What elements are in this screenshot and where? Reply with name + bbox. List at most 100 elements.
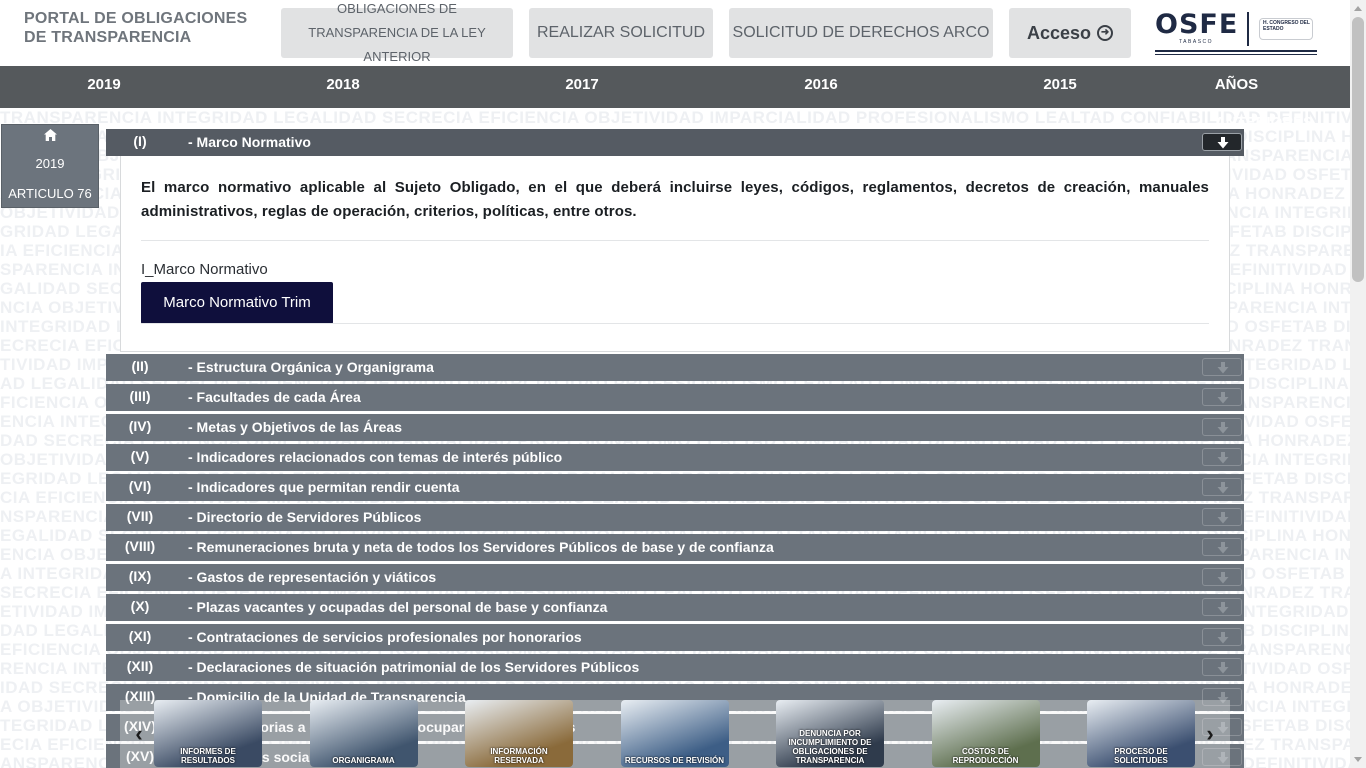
home-icon xyxy=(2,129,98,144)
download-toggle-button[interactable] xyxy=(1202,358,1242,376)
quick-links-carousel: ‹ INFORMES DE RESULTADOS ORGANIGRAMA INFOR… xyxy=(120,700,1230,768)
section-panel-i: El marco normativo aplicable al Sujeto O… xyxy=(120,156,1230,352)
section-number: (IX) xyxy=(128,568,152,584)
arrow-down-icon xyxy=(1217,362,1229,374)
section-subtitle: I_Marco Normativo xyxy=(141,261,268,278)
home-article-badge[interactable]: 2019 ARTICULO 76 xyxy=(1,124,99,208)
download-toggle-button[interactable] xyxy=(1202,388,1242,406)
year-tab-2017[interactable]: 2017 xyxy=(565,66,598,108)
accordion-section-iv[interactable]: (IV) - Metas y Objetivos de las Áreas xyxy=(106,414,1244,441)
arrow-down-icon xyxy=(1217,422,1229,434)
section-title: - Estructura Orgánica y Organigrama xyxy=(188,359,434,375)
section-number: (IV) xyxy=(128,418,152,434)
section-number: (VII) xyxy=(126,508,154,524)
section-description: El marco normativo aplicable al Sujeto O… xyxy=(141,179,1209,220)
arrow-down-icon xyxy=(1217,542,1229,554)
year-nav: 2019 2018 2017 2016 2015 AÑOS ANTERIORES xyxy=(0,66,1350,131)
scroll-down-icon[interactable] xyxy=(1354,757,1362,762)
quick-link-caption: ORGANIGRAMA xyxy=(332,756,395,765)
quick-link-card[interactable]: PROCESO DE SOLICITUDES xyxy=(1087,700,1195,767)
accordion-section-xii[interactable]: (XII) - Declaraciones de situación patrim… xyxy=(106,654,1244,681)
marco-normativo-trim-button[interactable]: Marco Normativo Trim xyxy=(141,282,333,324)
section-title: - Indicadores que permitan rendir cuenta xyxy=(188,479,460,495)
divider xyxy=(141,323,1209,324)
scroll-thumb[interactable] xyxy=(1352,17,1364,282)
section-number: (XI) xyxy=(128,628,152,644)
logo-name: OSFE xyxy=(1155,9,1239,40)
download-toggle-button[interactable] xyxy=(1202,538,1242,556)
section-title: - Facultades de cada Área xyxy=(188,389,361,405)
site-header: PORTAL DE OBLIGACIONES DE TRANSPARENCIA … xyxy=(0,0,1350,66)
carousel-next-button[interactable]: › xyxy=(1197,720,1223,750)
quick-link-caption: RECURSOS DE REVISIÓN xyxy=(624,756,725,765)
year-tab-2018[interactable]: 2018 xyxy=(326,66,359,108)
arrow-down-icon xyxy=(1217,572,1229,584)
accordion-section-viii[interactable]: (VIII) - Remuneraciones bruta y neta de t… xyxy=(106,534,1244,561)
accordion-section-v[interactable]: (V) - Indicadores relacionados con temas … xyxy=(106,444,1244,471)
download-toggle-button[interactable] xyxy=(1202,568,1242,586)
section-title: - Declaraciones de situación patrimonial… xyxy=(188,659,640,675)
arrow-down-icon xyxy=(1217,632,1229,644)
arrow-down-icon xyxy=(1217,392,1229,404)
download-toggle-button[interactable] xyxy=(1202,478,1242,496)
access-button[interactable]: Acceso ➜ xyxy=(1009,8,1131,58)
quick-link-caption: COSTOS DE REPRODUCCIÓN xyxy=(952,747,1019,765)
quick-link-card[interactable]: DENUNCIA POR INCUMPLIMIENTO DE OBLIGACIO… xyxy=(776,700,884,767)
accordion-section-vi[interactable]: (VI) - Indicadores que permitan rendir cu… xyxy=(106,474,1244,501)
section-number: (I) xyxy=(133,133,147,149)
watermark-line: TRANSPARENCIA INTEGRIDAD LEGALIDAD SECRE… xyxy=(0,108,1350,127)
section-number: (XII) xyxy=(126,658,154,674)
logo-badge-text: H. CONGRESO DEL ESTADO xyxy=(1263,20,1310,32)
divider xyxy=(141,240,1209,241)
page-scrollbar[interactable] xyxy=(1350,0,1366,768)
accordion-section-ii[interactable]: (II) - Estructura Orgánica y Organigrama xyxy=(106,354,1244,381)
download-toggle-button[interactable] xyxy=(1202,658,1242,676)
quick-link-card[interactable]: INFORMACIÓN RESERVADA xyxy=(465,700,573,767)
scroll-up-icon[interactable] xyxy=(1354,6,1362,11)
logo-underline xyxy=(1155,50,1317,52)
arrow-down-icon xyxy=(1217,602,1229,614)
badge-year: 2019 xyxy=(35,156,65,171)
year-tab-2019[interactable]: 2019 xyxy=(87,66,120,108)
quick-link-caption: PROCESO DE SOLICITUDES xyxy=(1114,747,1168,765)
arrow-down-icon xyxy=(1217,482,1229,494)
quick-link-card[interactable]: COSTOS DE REPRODUCCIÓN xyxy=(931,700,1040,767)
accordion-section-vii[interactable]: (VII) - Directorio de Servidores Públicos xyxy=(106,504,1244,531)
accordion-section-i[interactable]: (I) - Marco Normativo xyxy=(106,129,1244,156)
osfe-logo[interactable]: OSFE TABASCO H. CONGRESO DEL ESTADO xyxy=(1155,10,1317,56)
section-number: (VIII) xyxy=(124,538,156,554)
carousel-prev-button[interactable]: ‹ xyxy=(126,720,152,750)
accordion-section-x[interactable]: (X) - Plazas vacantes y ocupadas del pers… xyxy=(106,594,1244,621)
section-title: - Contrataciones de servicios profesiona… xyxy=(188,629,582,645)
year-tab-2015[interactable]: 2015 xyxy=(1043,66,1076,108)
download-toggle-button[interactable] xyxy=(1202,508,1242,526)
quick-link-card[interactable]: RECURSOS DE REVISIÓN xyxy=(620,700,729,767)
logo-underline-thin xyxy=(1155,54,1317,55)
arco-rights-request-button[interactable]: SOLICITUD DE DERECHOS ARCO xyxy=(729,8,993,58)
logo-subtitle: TABASCO xyxy=(1179,39,1214,45)
download-toggle-button[interactable] xyxy=(1202,598,1242,616)
access-button-label: Acceso xyxy=(1026,22,1092,43)
accordion-section-ix[interactable]: (IX) - Gastos de representación y viático… xyxy=(106,564,1244,591)
accordion-section-xi[interactable]: (XI) - Contrataciones de servicios profes… xyxy=(106,624,1244,651)
make-request-button[interactable]: REALIZAR SOLICITUD xyxy=(529,8,713,58)
download-toggle-button[interactable] xyxy=(1202,448,1242,466)
accordion-section-iii[interactable]: (III) - Facultades de cada Área xyxy=(106,384,1244,411)
quick-link-card[interactable]: ORGANIGRAMA xyxy=(309,700,418,767)
download-toggle-button[interactable] xyxy=(1202,628,1242,646)
section-title: - Plazas vacantes y ocupadas del persona… xyxy=(188,599,608,615)
section-number: (X) xyxy=(130,598,150,614)
section-title: - Marco Normativo xyxy=(188,134,311,150)
download-toggle-button[interactable] xyxy=(1202,418,1242,436)
old-law-obligations-button[interactable]: OBLIGACIONES DE TRANSPARENCIA DE LA LEY … xyxy=(281,1,513,64)
quick-link-caption: DENUNCIA POR INCUMPLIMIENTO DE OBLIGACIO… xyxy=(788,729,872,765)
year-tab-2016[interactable]: 2016 xyxy=(804,66,837,108)
section-number: (III) xyxy=(129,388,151,404)
logo-divider xyxy=(1247,12,1249,46)
quick-link-card[interactable]: INFORMES DE RESULTADOS xyxy=(154,700,262,767)
arrow-down-icon xyxy=(1217,662,1229,674)
arrow-down-icon xyxy=(1217,512,1229,524)
arrow-circle-icon: ➜ xyxy=(1097,25,1114,41)
section-title: - Directorio de Servidores Públicos xyxy=(188,509,422,525)
year-tab-previous[interactable]: AÑOS ANTERIORES xyxy=(1215,66,1313,131)
